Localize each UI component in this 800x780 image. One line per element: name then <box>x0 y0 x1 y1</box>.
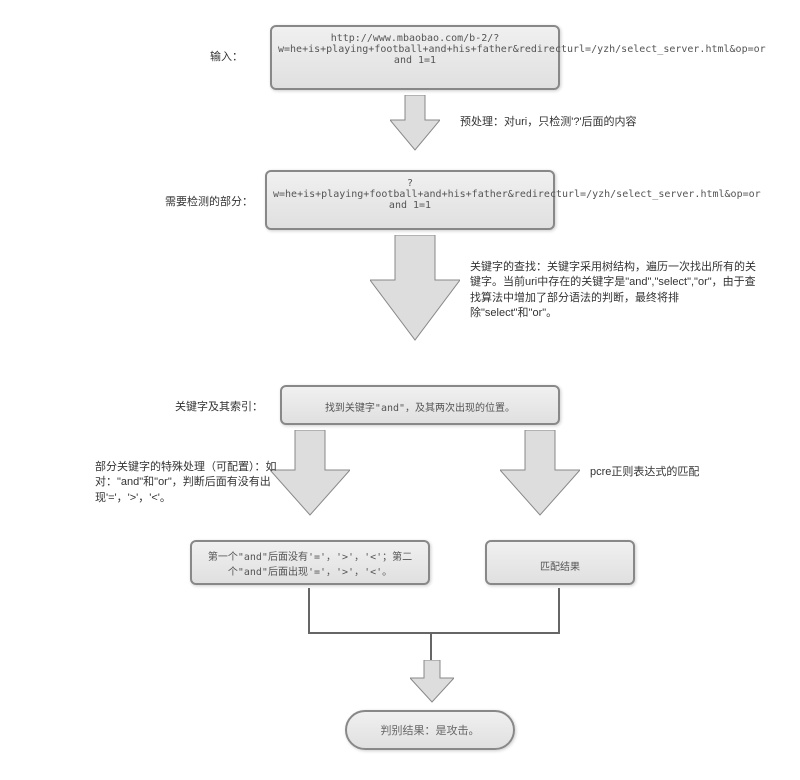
arrow-down-final <box>410 660 454 705</box>
connector-center-v <box>430 632 432 662</box>
oval-result: 判别结果：是攻击。 <box>345 710 515 750</box>
arrow-down-right <box>500 430 580 520</box>
label-input: 输入： <box>210 50 243 65</box>
label-pcre: pcre正则表达式的匹配 <box>590 465 750 480</box>
label-special-text: 部分关键字的特殊处理（可配置）：如对："and"和"or"，判断后面有没有出现'… <box>95 461 277 504</box>
label-preprocess-text: 预处理：对uri，只检测'?'后面的内容 <box>460 116 637 128</box>
box-detect-text: ?w=he+is+playing+football+and+his+father… <box>273 178 761 211</box>
label-detect-text: 需要检测的部分： <box>165 196 253 208</box>
box-input-text: http://www.mbaobao.com/b-2/?w=he+is+play… <box>278 33 766 66</box>
label-detect: 需要检测的部分： <box>165 195 255 210</box>
box-input: http://www.mbaobao.com/b-2/?w=he+is+play… <box>270 25 560 90</box>
connector-left-v <box>308 588 310 633</box>
label-keyword-index: 关键字及其索引： <box>175 400 265 415</box>
label-input-text: 输入： <box>210 51 243 63</box>
box-special-result-text: 第一个"and"后面没有'='，'>'，'<'；第二个"and"后面出现'='，… <box>208 552 412 578</box>
arrow-down-2 <box>370 235 460 345</box>
label-keyword-search: 关键字的查找：关键字采用树结构，遍历一次找出所有的关键字。当前uri中存在的关键… <box>470 260 760 322</box>
oval-result-text: 判别结果：是攻击。 <box>381 725 480 737</box>
box-match-result-text: 匹配结果 <box>540 562 580 573</box>
label-pcre-text: pcre正则表达式的匹配 <box>590 466 699 478</box>
label-keyword-search-text: 关键字的查找：关键字采用树结构，遍历一次找出所有的关键字。当前uri中存在的关键… <box>470 261 756 319</box>
box-detect: ?w=he+is+playing+football+and+his+father… <box>265 170 555 230</box>
label-special: 部分关键字的特殊处理（可配置）：如对："and"和"or"，判断后面有没有出现'… <box>95 460 295 506</box>
arrow-down-1 <box>390 95 440 155</box>
label-preprocess: 预处理：对uri，只检测'?'后面的内容 <box>460 115 740 130</box>
box-special-result: 第一个"and"后面没有'='，'>'，'<'；第二个"and"后面出现'='，… <box>190 540 430 585</box>
label-keyword-index-text: 关键字及其索引： <box>175 401 263 413</box>
connector-right-v <box>558 588 560 633</box>
connector-h <box>308 632 560 634</box>
box-match-result: 匹配结果 <box>485 540 635 585</box>
box-keyword-text: 找到关键字"and"，及其两次出现的位置。 <box>325 403 515 414</box>
box-keyword: 找到关键字"and"，及其两次出现的位置。 <box>280 385 560 425</box>
